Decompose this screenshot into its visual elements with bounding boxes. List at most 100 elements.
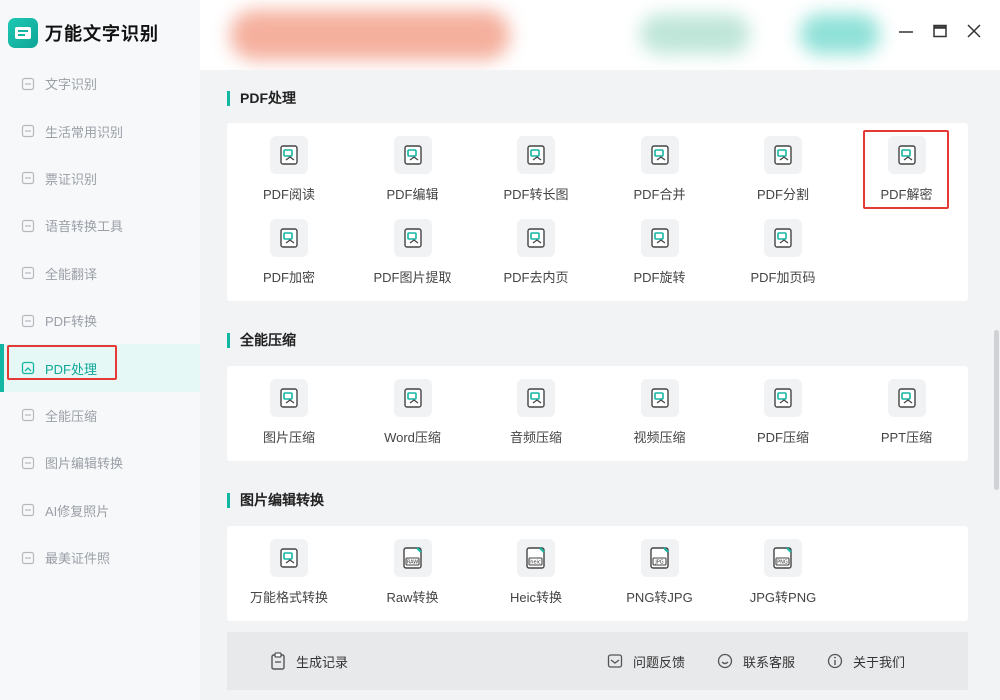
png-to-jpg-icon: JPG [640,539,679,577]
raw-convert-icon: RAW [393,539,432,577]
format-convert-icon [270,539,308,577]
tool-label: JPG转PNG [749,590,817,605]
pdf-long-image-icon [517,136,555,174]
pdf-decrypt-icon [887,136,926,174]
jpg-to-png-icon: PNG [764,539,802,577]
sidebar-item-translate[interactable]: 全能翻译 [0,250,200,297]
sidebar-item-ai-repair[interactable]: AI修复照片 [0,487,200,534]
close-button[interactable] [964,20,984,42]
brand: 万能文字识别 [8,16,159,50]
tool-pdf-long-image[interactable]: PDF转长图 [481,136,591,208]
sidebar-item-pdf-process[interactable]: PDF处理 [0,344,200,393]
tool-video-compress[interactable]: 视频压缩 [605,379,715,451]
voice-convert-icon [20,218,36,234]
maximize-icon [933,24,947,38]
pdf-read-icon [270,136,308,174]
pdf-encrypt-icon [270,219,308,257]
word-compress-icon [393,379,432,417]
tool-label: Word压缩 [384,430,441,445]
tool-label: Raw转换 [386,590,439,605]
image-tools-panel: 万能格式转换 RAW Raw转换 heic Heic转换 JPG PNG转JPG PNG JPG… [227,526,968,621]
tool-jpg-to-png[interactable]: PNG JPG转PNG [728,539,838,611]
image-edit-icon [20,455,36,471]
sidebar-item-compress[interactable]: 全能压缩 [0,392,200,439]
minimize-button[interactable] [896,20,916,42]
feedback-label: 问题反馈 [633,654,686,670]
section-title-pdf: PDF处理 [227,88,296,108]
video-compress-icon [640,379,679,417]
footer-bar: 生成记录 问题反馈 联系客服 关于我们 [227,632,968,690]
sidebar-item-label: PDF转换 [45,314,98,330]
tool-pdf-decrypt[interactable]: PDF解密 [852,130,962,209]
section-title-image: 图片编辑转换 [227,490,324,510]
tool-png-to-jpg[interactable]: JPG PNG转JPG [605,539,715,611]
tool-image-compress[interactable]: 图片压缩 [234,379,344,451]
svg-text:PNG: PNG [777,560,788,566]
pdf-tools-panel: PDF阅读 PDF编辑 PDF转长图 PDF合并 PDF分割 PDF解密 PDF加密 PDF图… [227,123,968,301]
tool-pdf-rotate[interactable]: PDF旋转 [605,219,715,291]
sidebar-item-scan-text[interactable]: 文字识别 [0,60,200,107]
tool-label: PDF解密 [880,187,933,202]
sidebar-item-image-edit[interactable]: 图片编辑转换 [0,439,200,486]
maximize-button[interactable] [930,20,950,42]
sidebar-item-id-photo[interactable]: 最美证件照 [0,534,200,581]
info-icon [827,653,843,669]
scan-life-icon [20,123,36,139]
blurred-button[interactable] [640,14,750,54]
support-button[interactable]: 联系客服 [717,652,795,671]
scrollbar[interactable] [994,330,999,490]
tool-ppt-compress[interactable]: PPT压缩 [852,379,962,451]
sidebar-item-scan-ticket[interactable]: 票证识别 [0,155,200,202]
tool-pdf-split[interactable]: PDF分割 [728,136,838,208]
tool-pdf-read[interactable]: PDF阅读 [234,136,344,208]
tool-pdf-compress[interactable]: PDF压缩 [728,379,838,451]
sidebar-item-pdf-convert[interactable]: PDF转换 [0,297,200,344]
sidebar-item-label: 文字识别 [45,77,98,93]
tool-label: PPT压缩 [880,430,933,445]
svg-text:JPG: JPG [654,560,663,566]
tool-pdf-page-number[interactable]: PDF加页码 [728,219,838,291]
tool-label: 万能格式转换 [249,590,328,605]
tool-raw-convert[interactable]: RAW Raw转换 [358,539,468,611]
tool-format-convert[interactable]: 万能格式转换 [234,539,344,611]
tool-label: PDF去内页 [503,270,569,285]
tool-pdf-merge[interactable]: PDF合并 [605,136,715,208]
image-compress-icon [270,379,308,417]
tool-label: PDF阅读 [262,187,315,202]
tool-pdf-edit[interactable]: PDF编辑 [358,136,468,208]
sidebar-item-label: 图片编辑转换 [45,456,124,472]
history-button[interactable]: 生成记录 [270,652,348,671]
blurred-button[interactable] [800,14,880,54]
sidebar-item-label: 生活常用识别 [45,124,124,140]
history-label: 生成记录 [296,654,349,670]
tool-label: PDF合并 [633,187,686,202]
scan-ticket-icon [20,170,36,186]
tool-pdf-encrypt[interactable]: PDF加密 [234,219,344,291]
sidebar-item-voice-convert[interactable]: 语音转换工具 [0,202,200,249]
audio-compress-icon [517,379,555,417]
sidebar-item-label: 全能压缩 [45,408,98,424]
minimize-icon [899,31,913,33]
heic-convert-icon: heic [517,539,555,577]
sidebar-menu: 文字识别生活常用识别 票证识别语音转换工具 全能翻译 PDF转换 PDF处理全能压缩图片… [0,60,200,581]
tool-pdf-remove-pages[interactable]: PDF去内页 [481,219,591,291]
tool-label: 视频压缩 [633,430,686,445]
tool-word-compress[interactable]: Word压缩 [358,379,468,451]
feedback-button[interactable]: 问题反馈 [607,652,685,671]
ppt-compress-icon [887,379,926,417]
pdf-split-icon [764,136,802,174]
pdf-remove-pages-icon [517,219,555,257]
svg-text:RAW: RAW [406,560,417,566]
tool-pdf-image-extract[interactable]: PDF图片提取 [358,219,468,291]
support-label: 联系客服 [743,654,796,670]
about-button[interactable]: 关于我们 [827,652,905,671]
section-title-compress: 全能压缩 [227,330,296,350]
window-controls [896,20,984,42]
tool-heic-convert[interactable]: heic Heic转换 [481,539,591,611]
sidebar-item-scan-life[interactable]: 生活常用识别 [0,107,200,154]
about-label: 关于我们 [853,654,906,670]
id-photo-icon [20,550,36,566]
tool-label: PNG转JPG [626,590,693,605]
sidebar-item-label: 票证识别 [45,171,98,187]
tool-audio-compress[interactable]: 音频压缩 [481,379,591,451]
